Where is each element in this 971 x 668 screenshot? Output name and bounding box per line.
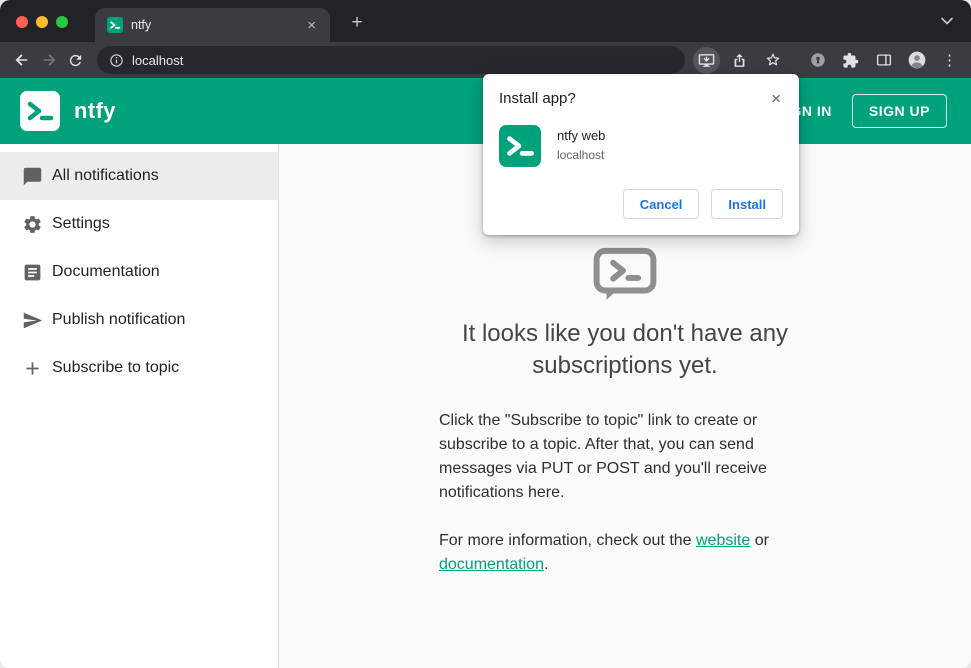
new-tab-button[interactable]: + (344, 10, 370, 36)
keyhole-icon (810, 53, 825, 67)
chat-bubble-icon (20, 164, 44, 188)
sidebar-item-subscribe-to-topic[interactable]: Subscribe to topic (0, 344, 278, 392)
browser-tab[interactable]: ntfy × (95, 8, 330, 42)
dialog-actions: Cancel Install (499, 189, 783, 219)
dialog-app-row: ntfy web localhost (499, 125, 783, 167)
share-icon (734, 53, 745, 67)
dialog-app-info: ntfy web localhost (557, 125, 605, 162)
close-tab-button[interactable]: × (303, 16, 320, 35)
website-link[interactable]: website (696, 532, 750, 549)
sidebar-item-label: Publish notification (52, 311, 186, 328)
ntfy-favicon-icon (107, 17, 123, 33)
sidebar-item-publish-notification[interactable]: Publish notification (0, 296, 278, 344)
profile-avatar-button[interactable] (903, 47, 930, 74)
article-icon (20, 260, 44, 284)
empty-state-text: Click the "Subscribe to topic" link to c… (439, 409, 811, 577)
install-app-button[interactable] (693, 46, 720, 74)
cancel-button[interactable]: Cancel (622, 189, 700, 219)
site-info-icon[interactable] (109, 53, 124, 68)
back-button[interactable] (8, 47, 35, 74)
empty-state-heading: It looks like you don't have any subscri… (461, 320, 789, 380)
sidebar-item-label: Subscribe to topic (52, 359, 180, 376)
ntfy-terminal-logo-icon (593, 247, 657, 300)
address-bar[interactable]: localhost (97, 46, 685, 74)
share-button[interactable] (726, 47, 753, 74)
bookmark-star-button[interactable] (759, 47, 786, 74)
browser-menu-button[interactable]: ⋮ (936, 47, 963, 74)
arrow-right-icon (43, 54, 55, 66)
empty-state: It looks like you don't have any subscri… (279, 246, 971, 577)
traffic-lights (16, 16, 68, 28)
gear-icon (20, 212, 44, 236)
sidebar-item-label: Settings (52, 215, 110, 232)
install-app-dialog: Install app? × ntfy web localhost Cancel… (483, 74, 799, 235)
reload-button[interactable] (62, 47, 89, 74)
tab-strip: ntfy × + (0, 0, 971, 42)
browser-window: ntfy × + localhost ⋮ ntfy SIGN IN SIGN U… (0, 0, 971, 668)
puzzle-icon (843, 52, 859, 68)
documentation-link[interactable]: documentation (439, 556, 544, 573)
url-text: localhost (132, 52, 184, 68)
reload-icon (69, 54, 82, 66)
sidebar-item-label: Documentation (52, 263, 160, 280)
more-info-prefix: For more information, check out the (439, 531, 696, 549)
dialog-app-name: ntfy web (557, 128, 606, 143)
arrow-left-icon (15, 54, 27, 66)
sidebar-item-all-notifications[interactable]: All notifications (0, 152, 278, 200)
send-icon (20, 308, 44, 332)
sidebar-item-documentation[interactable]: Documentation (0, 248, 278, 296)
instructions-paragraph: Click the "Subscribe to topic" link to c… (439, 411, 767, 501)
zoom-window-button[interactable] (56, 16, 68, 28)
close-dialog-button[interactable]: × (769, 88, 783, 109)
install-icon (698, 53, 715, 67)
minimize-window-button[interactable] (36, 16, 48, 28)
more-info-paragraph: For more information, check out the webs… (439, 529, 811, 577)
side-panel-icon (876, 54, 891, 66)
sidebar-item-label: All notifications (52, 167, 159, 184)
more-info-suffix: . (543, 555, 549, 573)
more-info-middle: or (750, 531, 769, 549)
browser-toolbar: localhost ⋮ (0, 42, 971, 78)
password-extension-button[interactable] (804, 47, 831, 74)
sidebar-item-settings[interactable]: Settings (0, 200, 278, 248)
install-button[interactable]: Install (711, 189, 783, 219)
side-panel-button[interactable] (870, 47, 897, 74)
close-window-button[interactable] (16, 16, 28, 28)
sidebar: All notifications Settings Documentation… (0, 144, 279, 668)
tab-title: ntfy (131, 18, 152, 32)
tab-search-chevron-down-icon[interactable] (937, 11, 957, 31)
ntfy-app-icon (499, 125, 541, 167)
sign-up-button[interactable]: SIGN UP (851, 94, 947, 128)
forward-button[interactable] (35, 47, 62, 74)
dialog-header: Install app? × (499, 90, 783, 109)
toolbar-actions: ⋮ (693, 46, 963, 74)
avatar-icon (908, 51, 925, 69)
extensions-button[interactable] (837, 47, 864, 74)
ntfy-logo (20, 91, 60, 131)
star-icon (766, 53, 779, 66)
dialog-app-origin: localhost (557, 148, 605, 162)
plus-icon (20, 356, 44, 380)
dialog-title: Install app? (499, 90, 576, 107)
